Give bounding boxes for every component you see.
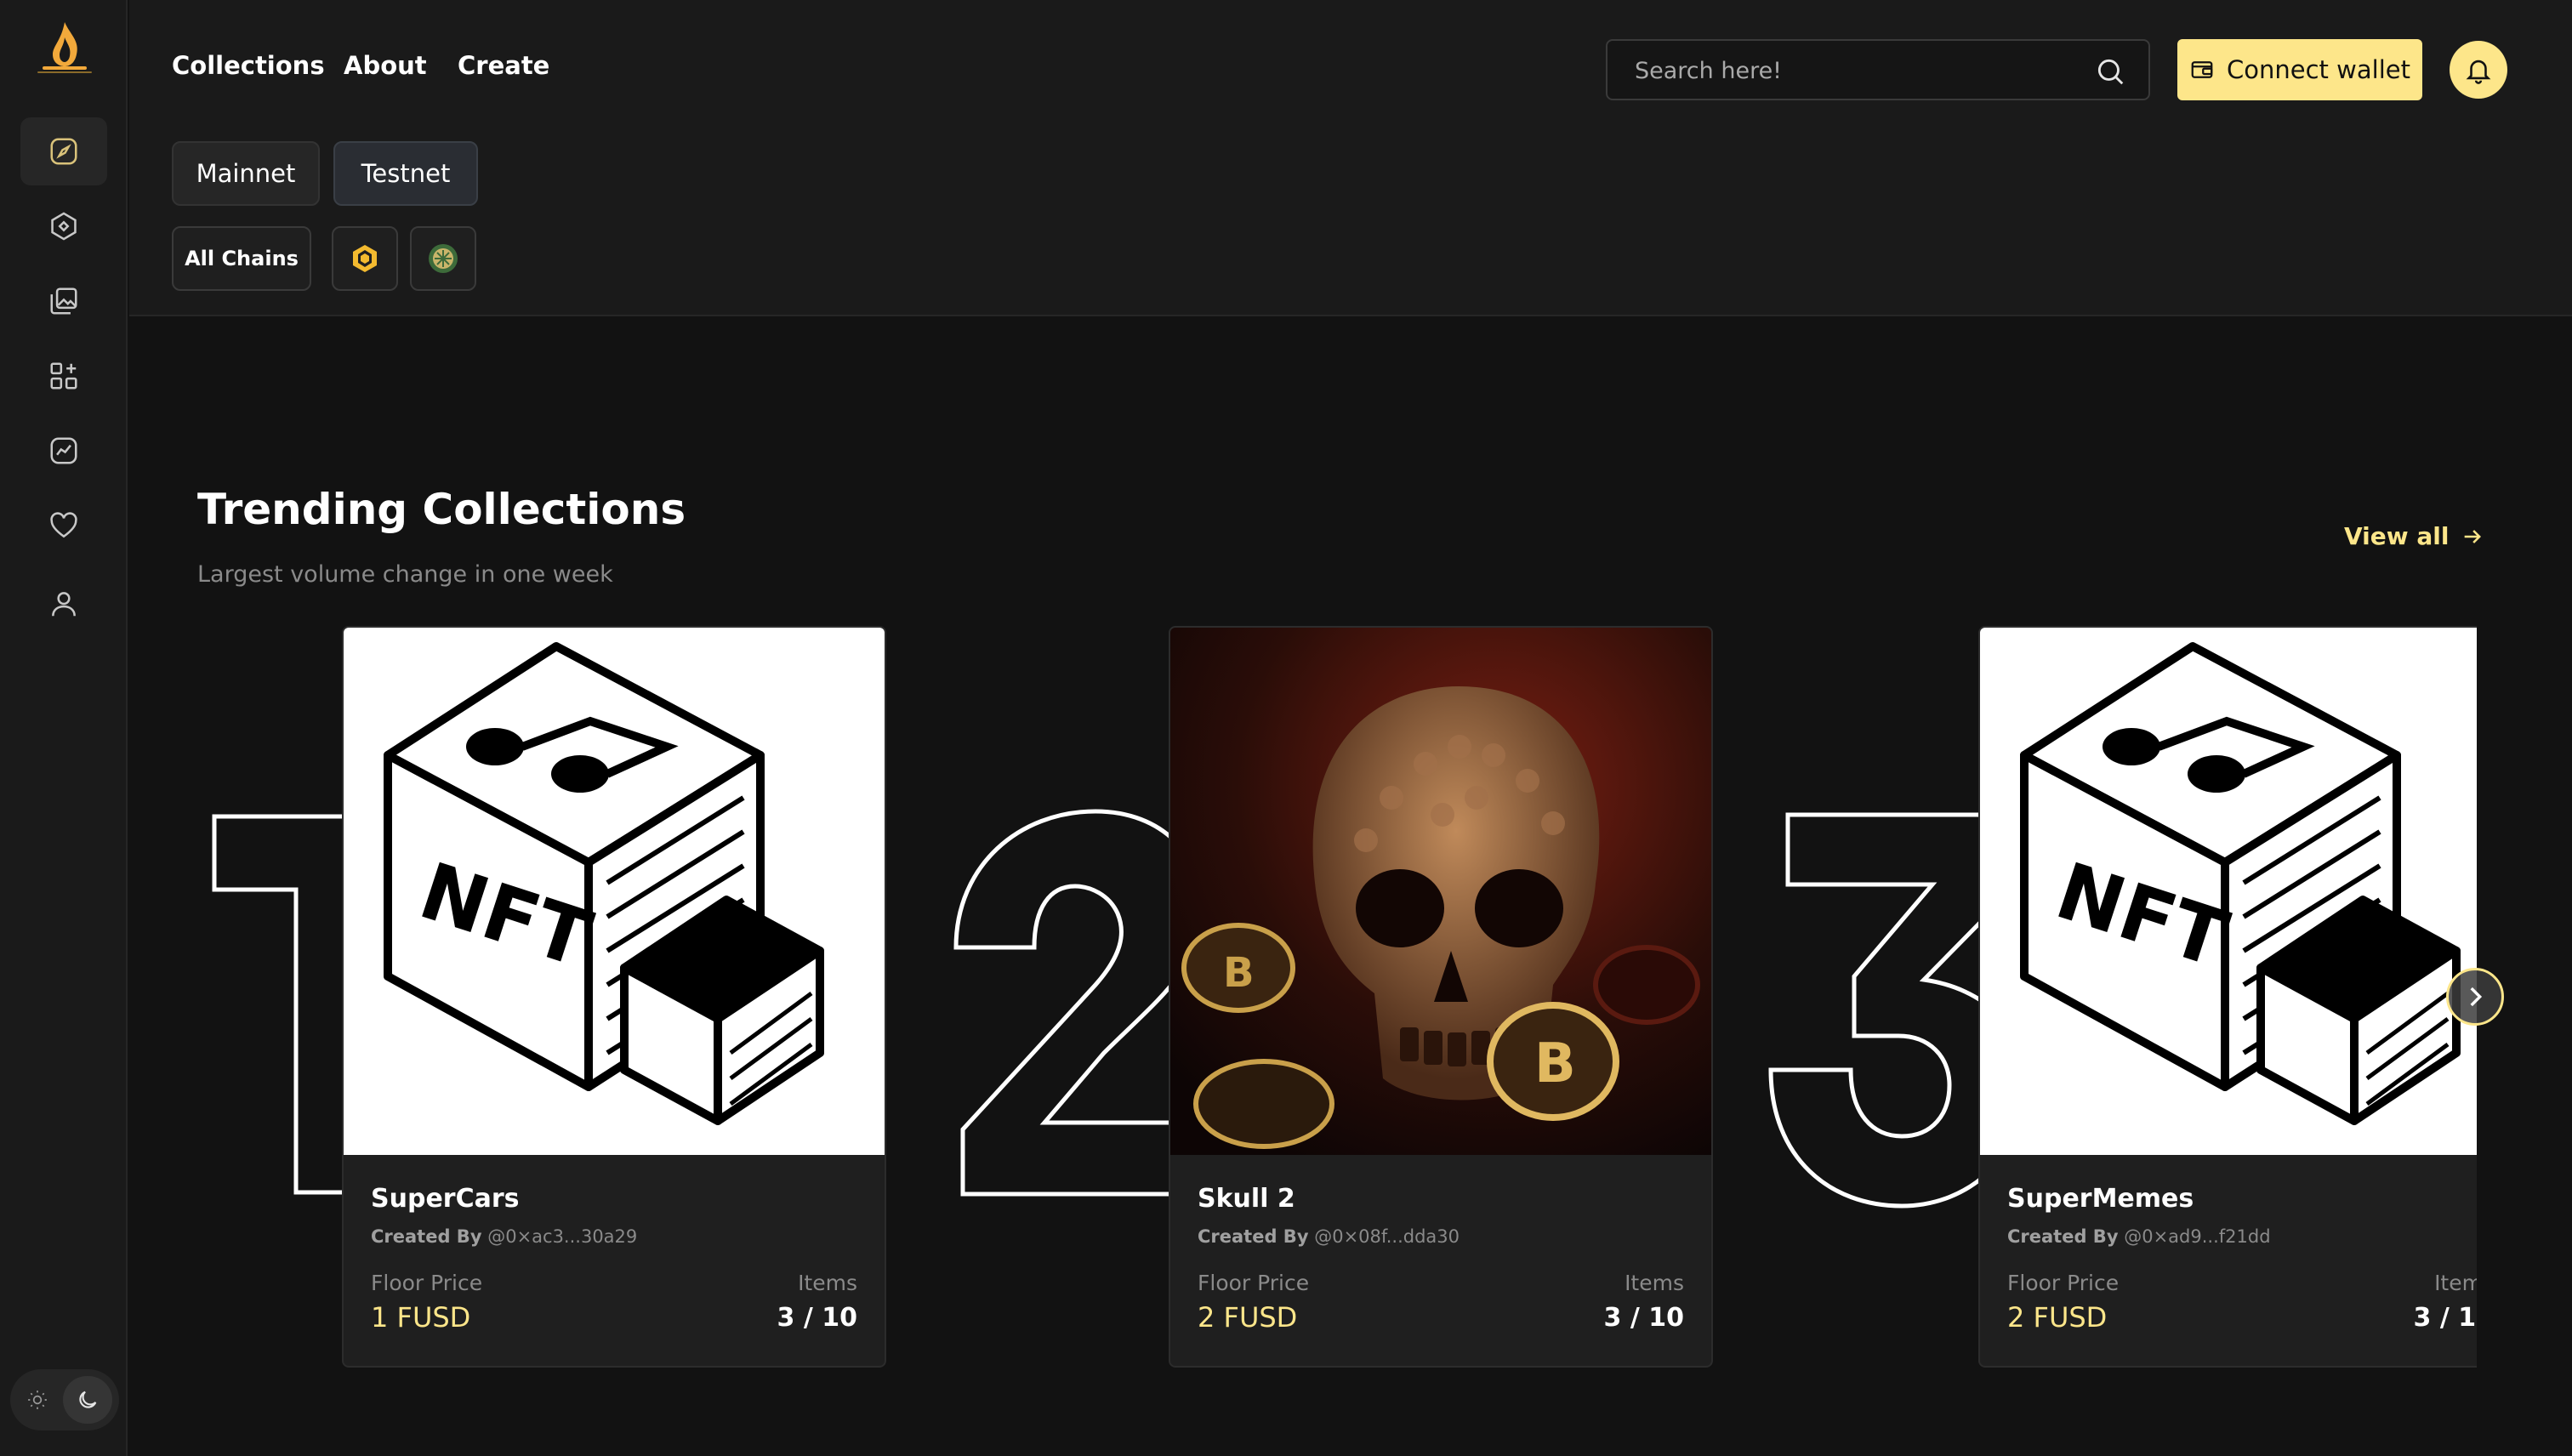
floor-price-label: Floor Price [1198, 1271, 1310, 1295]
carousel-next-button[interactable] [2446, 968, 2504, 1026]
collection-image-nft-box: NFT [344, 628, 885, 1155]
collection-name: Skull 2 [1198, 1184, 1295, 1214]
creator-address[interactable]: @0×ac3...30a29 [487, 1226, 637, 1247]
rank-number-1 [212, 814, 358, 1195]
floor-price-label: Floor Price [2007, 1271, 2120, 1295]
collection-name: SuperMemes [2007, 1184, 2194, 1214]
collection-card[interactable]: B B Skull 2 Created By @0×08f...dda30 Fl… [1169, 626, 1713, 1368]
floor-price-value: 1 FUSD [371, 1301, 471, 1334]
created-by-label: Created By [2007, 1226, 2119, 1247]
items-label: Items [798, 1271, 857, 1295]
floor-price-value: 2 FUSD [2007, 1301, 2108, 1334]
collection-image-nft-box: NFT [1980, 628, 2477, 1155]
collection-card[interactable]: NFT SuperCars Created By @0×ac3...30a29 … [342, 626, 886, 1368]
svg-text:B: B [1223, 949, 1255, 997]
creator-address[interactable]: @0×08f...dda30 [1314, 1226, 1460, 1247]
collection-image-skull: B B [1170, 628, 1711, 1155]
items-value: 3 / 10 [777, 1303, 857, 1333]
collection-creator: Created By @0×ad9...f21dd [2007, 1226, 2271, 1247]
items-value: 3 / 10 [1603, 1303, 1684, 1333]
trending-carousel: NFT SuperCars Created By @0×ac3...30a29 … [0, 0, 2477, 1456]
created-by-label: Created By [371, 1226, 482, 1247]
floor-price-value: 2 FUSD [1198, 1301, 1298, 1334]
creator-address[interactable]: @0×ad9...f21dd [2124, 1226, 2270, 1247]
svg-text:B: B [1534, 1032, 1576, 1095]
items-label: Items [1625, 1271, 1684, 1295]
collection-creator: Created By @0×ac3...30a29 [371, 1226, 637, 1247]
floor-price-label: Floor Price [371, 1271, 483, 1295]
collection-card[interactable]: NFT SuperMemes Created By @0×ad9...f21dd… [1978, 626, 2477, 1368]
collection-name: SuperCars [371, 1184, 520, 1214]
created-by-label: Created By [1198, 1226, 1309, 1247]
items-label: Items [2434, 1271, 2477, 1295]
items-value: 3 / 10 [2413, 1303, 2477, 1333]
collection-creator: Created By @0×08f...dda30 [1198, 1226, 1460, 1247]
chevron-right-icon [2470, 987, 2483, 1007]
rank-number-2 [953, 809, 1205, 1197]
